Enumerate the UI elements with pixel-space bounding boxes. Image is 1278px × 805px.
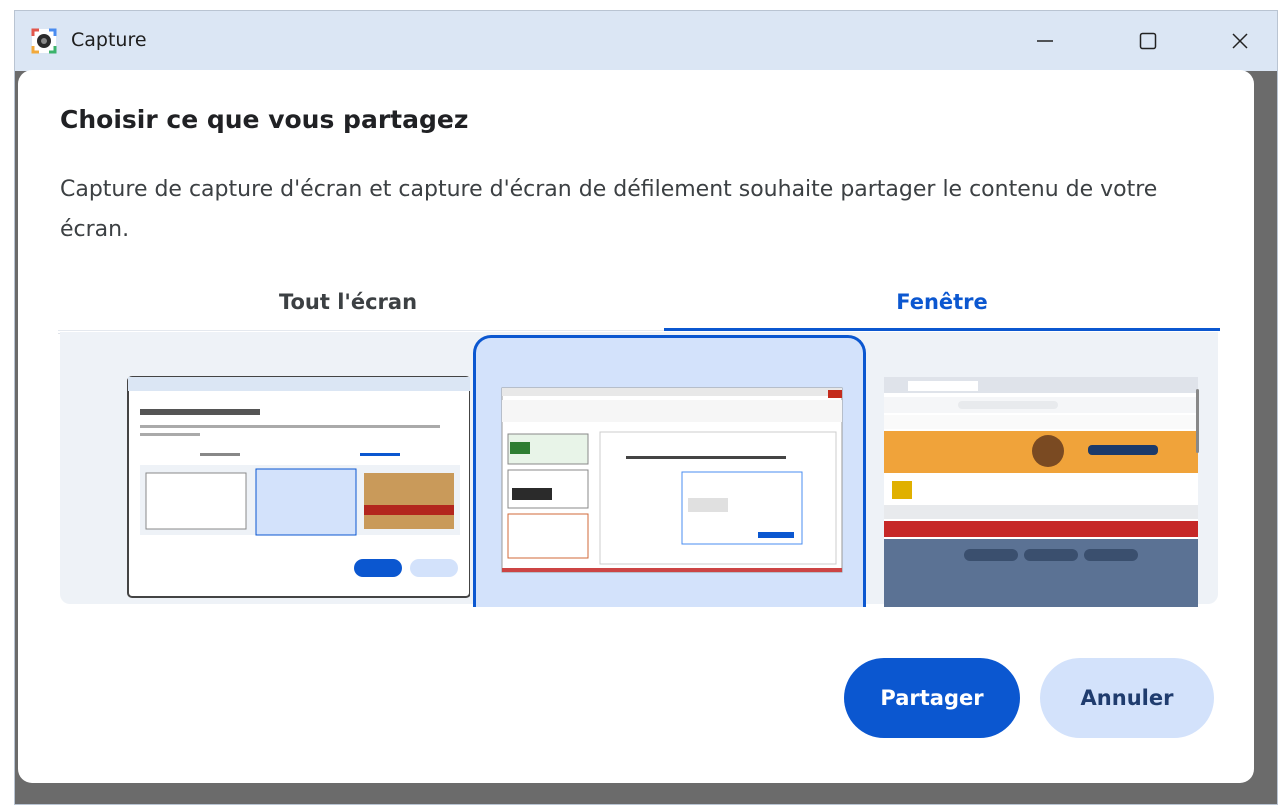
cancel-button[interactable]: Annuler xyxy=(1040,658,1214,738)
close-button[interactable] xyxy=(1210,11,1270,71)
share-button[interactable]: Partager xyxy=(844,658,1020,738)
minimize-icon xyxy=(1037,40,1053,42)
window-thumbnail-capture[interactable] xyxy=(60,335,470,607)
browser-window-preview xyxy=(884,377,1199,607)
presentation-window-preview xyxy=(501,387,843,573)
tab-window[interactable]: Fenêtre xyxy=(666,282,1218,334)
window-title: Capture xyxy=(71,29,147,51)
capture-window-preview xyxy=(127,376,470,598)
minimize-button[interactable] xyxy=(1015,11,1075,71)
title-bar[interactable]: Capture xyxy=(15,11,1277,71)
maximize-icon xyxy=(1139,32,1157,50)
tab-selected-indicator xyxy=(664,328,1220,331)
tab-entire-screen[interactable]: Tout l'écran xyxy=(58,282,638,334)
maximize-button[interactable] xyxy=(1118,11,1178,71)
window-thumbnail-presentation[interactable] xyxy=(473,335,866,607)
source-tabs: Tout l'écran Fenêtre xyxy=(58,282,1218,334)
camera-app-icon xyxy=(31,28,57,54)
window-thumbnail-browser[interactable] xyxy=(868,335,1218,607)
dialog-title: Choisir ce que vous partagez xyxy=(60,105,469,134)
dialog-description: Capture de capture d'écran et capture d'… xyxy=(60,177,1158,242)
close-icon xyxy=(1232,33,1248,49)
